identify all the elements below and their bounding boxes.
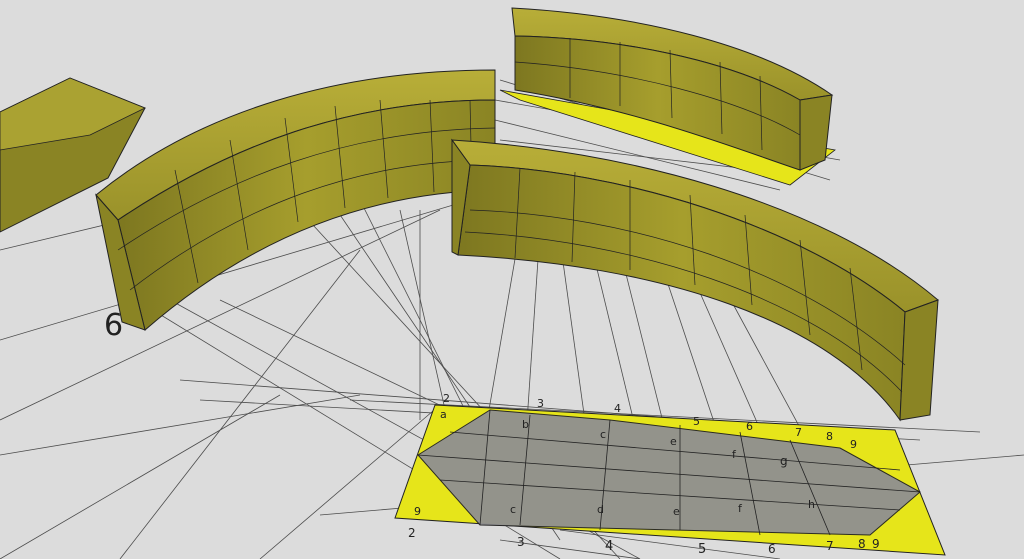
label-top-b: b bbox=[522, 418, 529, 431]
label-e: e bbox=[670, 435, 677, 448]
label-bottom-5: 5 bbox=[698, 542, 706, 557]
label-top-3: 3 bbox=[537, 397, 544, 410]
3d-viewport[interactable]: 6 2 a 3 b 4 c 5 6 7 8 9 e f g c d e f h … bbox=[0, 0, 1024, 559]
label-h: h bbox=[808, 498, 815, 511]
front-arc-wall[interactable] bbox=[450, 138, 939, 422]
label-e2: e bbox=[673, 505, 680, 518]
label-g: g bbox=[780, 454, 788, 468]
label-top-a: a bbox=[440, 408, 447, 421]
label-bottom-4: 4 bbox=[605, 539, 613, 554]
label-top-9: 9 bbox=[850, 438, 857, 451]
label-left-9: 9 bbox=[414, 505, 421, 518]
label-top-7: 7 bbox=[795, 426, 802, 439]
label-bottom-9: 9 bbox=[872, 537, 880, 551]
big-marker-label: 6 bbox=[104, 308, 123, 343]
label-bottom-7: 7 bbox=[826, 539, 834, 553]
label-bottom-8: 8 bbox=[858, 537, 866, 551]
label-top-5: 5 bbox=[693, 415, 700, 428]
label-bottom-6: 6 bbox=[768, 542, 776, 556]
label-top-6: 6 bbox=[746, 420, 753, 433]
label-c: c bbox=[510, 503, 516, 516]
label-bottom-2: 2 bbox=[408, 526, 416, 540]
label-top-c: c bbox=[600, 428, 606, 441]
label-top-4: 4 bbox=[614, 402, 621, 415]
label-d: d bbox=[597, 503, 604, 516]
label-left-2: 2 bbox=[443, 392, 450, 405]
label-top-8: 8 bbox=[826, 430, 833, 443]
left-arc-wall[interactable] bbox=[95, 69, 496, 331]
label-bottom-3: 3 bbox=[517, 535, 525, 549]
